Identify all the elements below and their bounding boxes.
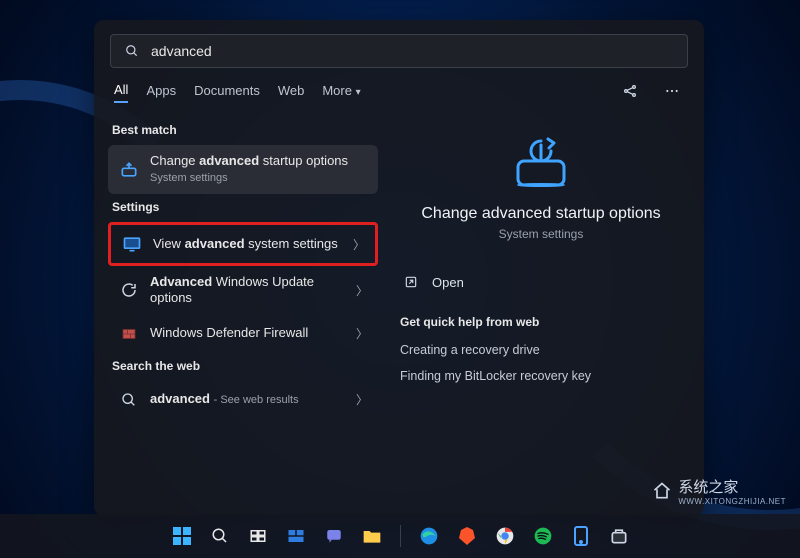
monitor-icon [121,233,143,255]
quick-link-bitlocker-key[interactable]: Finding my BitLocker recovery key [396,363,686,389]
tab-documents[interactable]: Documents [194,79,260,102]
preview-subtitle: System settings [396,227,686,241]
open-icon [400,271,422,293]
widgets-icon[interactable] [282,522,310,550]
preview-pane: Change advanced startup options System s… [386,113,704,516]
search-icon [121,40,143,62]
firewall-icon [118,323,140,345]
startup-options-icon [118,159,140,181]
result-advanced-windows-update[interactable]: Advanced Windows Update options 〉 [108,266,378,315]
search-box[interactable] [110,34,688,68]
search-tabs: All Apps Documents Web More ▾ [94,78,704,113]
watermark: 系统之家 WWW.XITONGZHIJIA.NET [652,476,786,506]
open-action[interactable]: Open [396,263,686,301]
chevron-right-icon: 〉 [356,325,368,342]
search-input[interactable] [151,43,677,59]
start-button[interactable] [168,522,196,550]
tab-web[interactable]: Web [278,79,305,102]
chevron-right-icon: 〉 [356,391,368,408]
task-view-icon[interactable] [244,522,272,550]
quick-help-label: Get quick help from web [400,315,682,329]
result-best-match[interactable]: Change advanced startup options System s… [108,145,378,194]
quick-link-recovery-drive[interactable]: Creating a recovery drive [396,337,686,363]
preview-title: Change advanced startup options [396,205,686,223]
chevron-right-icon: 〉 [353,236,365,253]
tab-more[interactable]: More ▾ [322,79,360,102]
phone-link-icon[interactable] [567,522,595,550]
section-settings: Settings [112,200,374,214]
brave-icon[interactable] [453,522,481,550]
taskbar-search-icon[interactable] [206,522,234,550]
update-icon [118,279,140,301]
section-best-match: Best match [112,123,374,137]
chevron-right-icon: 〉 [356,282,368,299]
section-search-web: Search the web [112,359,374,373]
search-icon [118,389,140,411]
spotify-icon[interactable] [529,522,557,550]
result-view-advanced-system-settings[interactable]: View advanced system settings 〉 [108,222,378,266]
share-icon[interactable] [618,79,642,103]
start-search-panel: All Apps Documents Web More ▾ Best match… [94,20,704,516]
result-web-advanced[interactable]: advanced - See web results 〉 [108,381,378,419]
tab-all[interactable]: All [114,78,128,103]
edge-icon[interactable] [415,522,443,550]
explorer-icon[interactable] [358,522,386,550]
preview-startup-icon [508,135,574,191]
more-options-icon[interactable] [660,79,684,103]
store-icon[interactable] [605,522,633,550]
result-defender-firewall[interactable]: Windows Defender Firewall 〉 [108,315,378,353]
chat-icon[interactable] [320,522,348,550]
taskbar [0,514,800,558]
results-column: Best match Change advanced startup optio… [94,113,386,516]
chrome-icon[interactable] [491,522,519,550]
tab-apps[interactable]: Apps [146,79,176,102]
